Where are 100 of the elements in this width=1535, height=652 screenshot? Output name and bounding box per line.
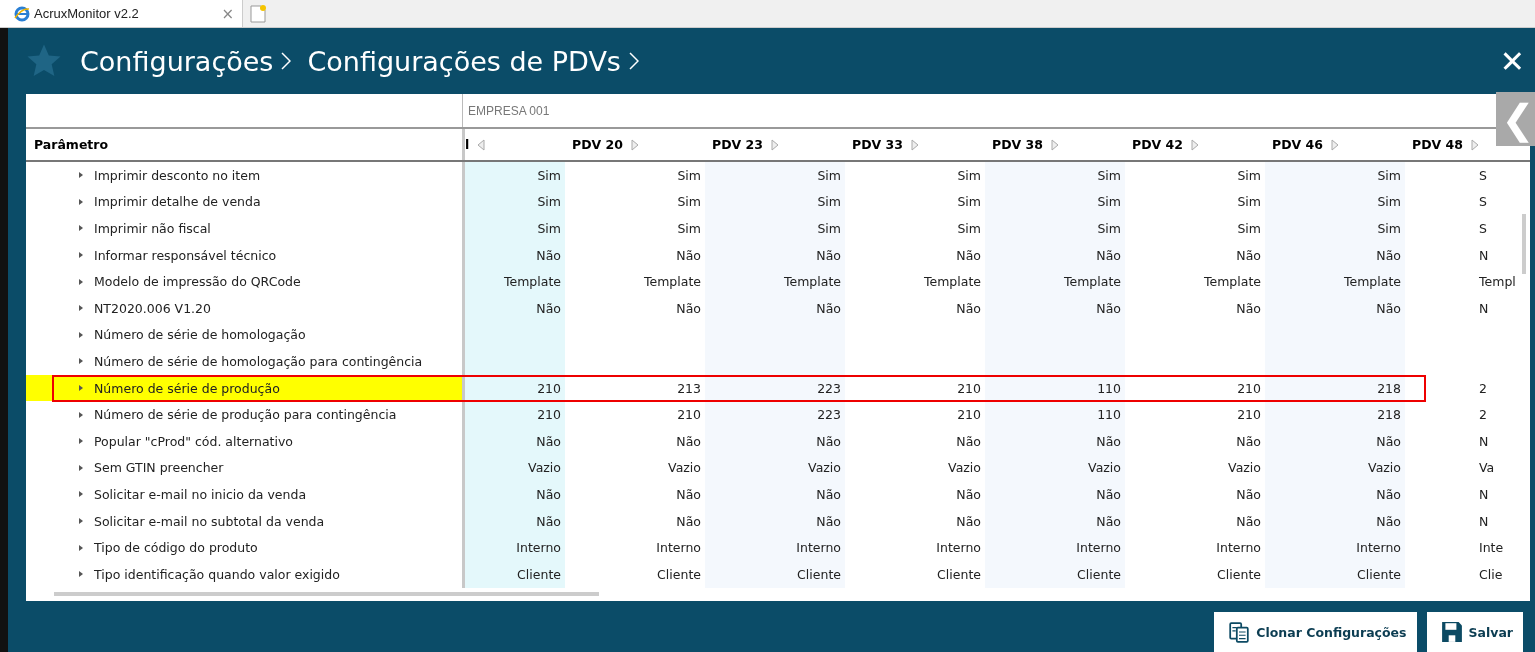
- copy-icon: [1228, 621, 1251, 643]
- column-header[interactable]: PDV 42: [1132, 137, 1183, 152]
- table-cell: 210: [465, 401, 565, 428]
- table-cell: 110: [985, 401, 1125, 428]
- expand-arrow-icon[interactable]: [78, 490, 84, 499]
- table-cell: Não: [985, 481, 1125, 508]
- table-cell: Interno: [705, 534, 845, 561]
- table-cell: Sim: [985, 162, 1125, 189]
- breadcrumb-link[interactable]: Configurações de PDVs: [307, 45, 621, 77]
- table-cell: Não: [705, 481, 845, 508]
- tab-title: AcruxMonitor v2.2: [34, 6, 140, 21]
- column-header[interactable]: PDV 38: [992, 137, 1043, 152]
- expand-arrow-icon[interactable]: [78, 357, 84, 366]
- browser-logo-icon: [14, 5, 30, 22]
- column-header[interactable]: PDV 23: [712, 137, 763, 152]
- column-header[interactable]: PDV 48: [1412, 137, 1463, 152]
- column-header[interactable]: l: [465, 137, 470, 152]
- table-cell: Não: [465, 294, 565, 322]
- save-icon: [1440, 621, 1463, 643]
- parameter-cell[interactable]: Tipo de código do produto: [26, 534, 462, 561]
- table-cell: Não: [985, 241, 1125, 269]
- table-cell: Sim: [985, 215, 1125, 242]
- expand-arrow-icon[interactable]: [78, 543, 84, 552]
- parameter-cell[interactable]: Sem GTIN preencher: [26, 454, 462, 482]
- table-cell: Template: [465, 268, 565, 295]
- parameter-cell[interactable]: Popular "cProd" cód. alternativo: [26, 427, 462, 455]
- expand-arrow-icon[interactable]: [78, 277, 84, 286]
- expand-arrow-icon[interactable]: [78, 304, 84, 313]
- table-cell: Vazio: [465, 454, 565, 482]
- table-cell: Não: [985, 507, 1125, 535]
- table-cell: Interno: [985, 534, 1125, 561]
- expand-arrow-icon[interactable]: [78, 570, 84, 579]
- chevron-right-icon: [281, 51, 292, 71]
- group-header: EMPRESA 001: [467, 103, 550, 118]
- expand-arrow-icon[interactable]: [78, 251, 84, 260]
- table-cell: Não: [985, 294, 1125, 322]
- expand-arrow-icon[interactable]: [78, 517, 84, 525]
- scrollbar-thumb[interactable]: [54, 592, 599, 596]
- save-button[interactable]: Salvar: [1426, 612, 1523, 652]
- close-button[interactable]: ✕: [1499, 43, 1525, 79]
- table-cell: Cliente: [465, 560, 565, 588]
- parameter-cell[interactable]: Solicitar e-mail no subtotal da venda: [26, 507, 462, 535]
- table-cell: Não: [1265, 481, 1405, 508]
- table-cell: Não: [1265, 294, 1405, 322]
- expand-arrow-icon[interactable]: [78, 171, 84, 180]
- table-cell: Vazio: [705, 454, 845, 482]
- table-cell: 223: [705, 401, 845, 428]
- expand-arrow-icon[interactable]: [78, 410, 84, 419]
- parameter-cell[interactable]: Solicitar e-mail no inicio da venda: [26, 481, 462, 508]
- table-cell: Interno: [465, 534, 565, 561]
- parameter-cell[interactable]: Número de série de produção para contingência: [26, 401, 462, 428]
- column-header[interactable]: PDV 33: [852, 137, 903, 152]
- table-cell: Não: [1265, 427, 1405, 455]
- parameter-cell[interactable]: Número de série de homologação: [26, 321, 462, 349]
- table-cell: Não: [705, 294, 845, 322]
- table-cell: Sim: [985, 188, 1125, 216]
- column-header: Parâmetro: [33, 137, 110, 152]
- parameter-cell[interactable]: Imprimir detalhe de venda: [26, 188, 462, 216]
- parameter-cell[interactable]: NT2020.006 V1.20: [26, 294, 462, 322]
- expand-arrow-icon[interactable]: [78, 437, 84, 446]
- table-cell: Não: [465, 241, 565, 269]
- table-cell: Não: [1265, 241, 1405, 269]
- close-tab-button[interactable]: ×: [221, 4, 234, 23]
- table-cell: Template: [985, 268, 1125, 295]
- clone-button[interactable]: Clonar Configurações: [1214, 612, 1417, 652]
- expand-arrow-icon[interactable]: [78, 224, 84, 233]
- parameter-cell[interactable]: Imprimir não fiscal: [26, 215, 462, 242]
- table-cell: Sim: [1265, 188, 1405, 216]
- table-cell: Cliente: [705, 560, 845, 588]
- parameter-cell[interactable]: Informar responsável técnico: [26, 241, 462, 269]
- table-cell: Interno: [1265, 534, 1405, 561]
- expand-arrow-icon[interactable]: [78, 330, 84, 339]
- star-icon[interactable]: [26, 43, 62, 79]
- chevron-right-icon: [628, 51, 639, 71]
- table-cell: Sim: [1265, 162, 1405, 189]
- table-cell: Não: [705, 241, 845, 269]
- table-cell: Sim: [705, 188, 845, 216]
- table-cell: Cliente: [985, 560, 1125, 588]
- parameter-cell[interactable]: Modelo de impressão do QRCode: [26, 268, 462, 295]
- table-cell: Sim: [465, 162, 565, 189]
- table-cell: Não: [1265, 507, 1405, 535]
- column-header[interactable]: PDV 46: [1272, 137, 1323, 152]
- table-cell: Sim: [1265, 215, 1405, 242]
- parameter-cell[interactable]: Número de série de homologação para contingência: [26, 348, 462, 375]
- table-cell: Sim: [705, 215, 845, 242]
- column-header[interactable]: PDV 20: [572, 137, 623, 152]
- table-cell: Template: [1265, 268, 1405, 295]
- expand-arrow-icon[interactable]: [78, 463, 84, 472]
- parameter-cell[interactable]: Imprimir desconto no item: [26, 162, 462, 189]
- table-cell: Vazio: [1265, 454, 1405, 482]
- parameter-cell[interactable]: Tipo identificação quando valor exigido: [26, 560, 462, 588]
- table-cell: Sim: [465, 215, 565, 242]
- table-cell: Não: [985, 427, 1125, 455]
- breadcrumb-link[interactable]: Configurações: [80, 45, 274, 77]
- table-cell: Vazio: [985, 454, 1125, 482]
- table-cell: Não: [465, 507, 565, 535]
- browser-tab[interactable]: AcruxMonitor v2.2 ×: [0, 0, 243, 27]
- expand-arrow-icon[interactable]: [78, 384, 84, 393]
- expand-arrow-icon[interactable]: [78, 197, 84, 206]
- scrollbar-thumb[interactable]: [1522, 214, 1526, 274]
